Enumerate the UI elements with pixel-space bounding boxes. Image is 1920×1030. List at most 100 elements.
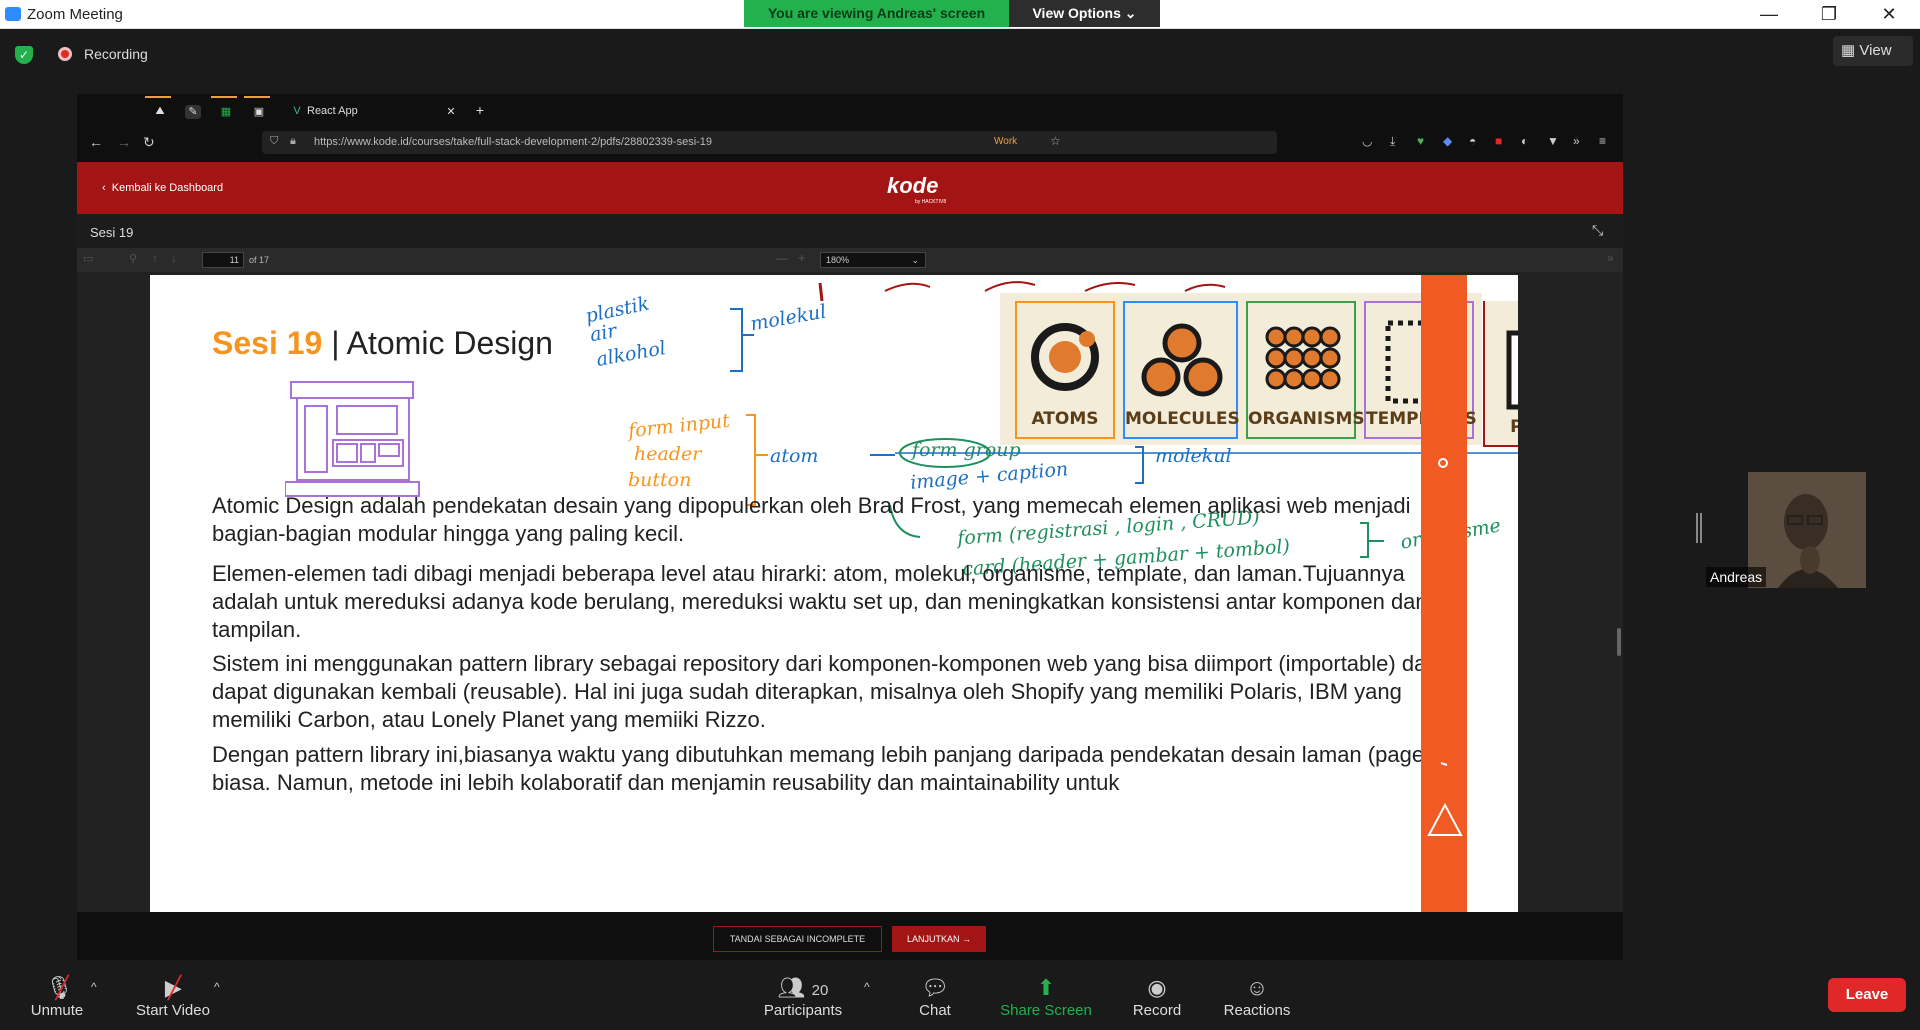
participants-label: Participants [763, 1002, 843, 1019]
chevron-left-icon: ‹ [102, 182, 106, 194]
bookmark-star-icon[interactable]: ☆ [1050, 134, 1061, 148]
firefox-tab-icon[interactable]: ⛰ [152, 105, 168, 119]
download-icon[interactable]: ⤓ [1390, 134, 1395, 149]
kode-logo-sub: by HACKTIV8 [915, 199, 947, 205]
share-screen-label: Share Screen [1000, 1002, 1092, 1019]
video-options-chevron-icon[interactable]: ^ [214, 980, 220, 994]
continue-button[interactable]: LANJUTKAN → [892, 926, 986, 952]
tab-react-app[interactable]: React App [307, 105, 358, 117]
tab-indicator [244, 96, 270, 98]
meeting-toolbar: 🎙︎╱ Unmute ^ ▶︎╱ Start Video ^ 👥︎ 20 Partic… [0, 960, 1920, 1030]
lock-icon: 🔒︎ [290, 135, 296, 147]
record-icon: ◉ [1147, 975, 1167, 1000]
pdf-viewer[interactable]: Sesi 19 | Atomic Design ATOMS MOLECULES … [77, 272, 1623, 912]
sidebar-toggle-icon[interactable]: ▭ [83, 252, 93, 265]
heart-extension-icon[interactable]: ♥ [1417, 134, 1424, 148]
session-bar: Sesi 19 ⤡ [77, 214, 1623, 248]
chat-button[interactable]: 💬︎ Chat [880, 974, 990, 1019]
pocket-icon[interactable]: ◡ [1362, 134, 1372, 148]
search-icon[interactable]: ⚲ [129, 252, 137, 265]
back-arrow-icon[interactable]: ← [89, 134, 103, 150]
participant-name: Andreas [1706, 567, 1767, 587]
new-tab-icon[interactable]: + [472, 102, 488, 118]
share-screen-icon: ⬆︎ [1036, 975, 1056, 1000]
leave-button[interactable]: Leave [1828, 978, 1906, 1012]
record-label: Record [1132, 1002, 1182, 1019]
video-off-icon: ▶︎╱ [164, 975, 182, 1000]
close-tab-icon[interactable]: ✕ [443, 105, 459, 119]
page-count: of 17 [249, 255, 270, 265]
minimize-icon[interactable]: — [1749, 2, 1789, 26]
window-title: Zoom Meeting [27, 6, 123, 23]
url-text: https://www.kode.id/courses/take/full-st… [314, 136, 713, 148]
paragraph-1: Atomic Design adalah pendekatan desain y… [212, 493, 1411, 546]
browser-tabbar: ⛰ ✎ ▦ ▣ V React App ✕ + [77, 94, 1623, 128]
reactions-icon: ☺︎ [1245, 975, 1269, 1000]
zoom-out-icon[interactable]: — [776, 251, 788, 265]
shield-icon: ⛉ [270, 135, 279, 147]
share-screen-button[interactable]: ⬆︎ Share Screen [991, 974, 1101, 1019]
participants-chevron-icon[interactable]: ^ [864, 980, 870, 994]
pen-tab-icon[interactable]: ✎ [185, 105, 201, 119]
overflow-chevron-icon[interactable]: » [1573, 134, 1580, 148]
vpn-icon[interactable]: ▼ [1547, 134, 1559, 148]
grid-icon: ▦ [1841, 42, 1856, 59]
zoom-select[interactable]: 180% ⌄ [820, 252, 926, 268]
tab-indicator [211, 96, 237, 98]
extension-icon[interactable]: ◐ [1521, 134, 1528, 148]
back-link-label: Kembali ke Dashboard [111, 182, 224, 194]
security-shield-icon[interactable]: ✓ [15, 46, 33, 64]
forward-arrow-icon[interactable]: → [117, 134, 131, 150]
pdf-page: Sesi 19 | Atomic Design ATOMS MOLECULES … [150, 275, 1518, 912]
audio-options-chevron-icon[interactable]: ^ [91, 980, 97, 994]
address-bar[interactable]: ⛉ 🔒︎ https://www.kode.id/courses/take/fu… [262, 131, 1277, 154]
pdf-scrollbar[interactable] [1617, 628, 1621, 656]
participants-count: 20 [811, 982, 829, 999]
pdf-toolbar: ▭ ⚲ ↑ ↓ 11 of 17 — + 180% ⌄ » [77, 248, 1623, 272]
participants-button[interactable]: 👥︎ 20 Participants [748, 974, 858, 1019]
tab-indicator [145, 96, 171, 98]
chevron-down-icon: ⌄ [1124, 5, 1137, 21]
red-extension-icon[interactable]: ■ [1495, 134, 1502, 148]
restore-icon[interactable]: ❐ [1809, 2, 1849, 26]
vue-tab-icon: V [293, 105, 301, 117]
kode-logo: kode [887, 173, 939, 198]
zoom-in-icon[interactable]: + [798, 250, 806, 265]
mark-incomplete-button[interactable]: TANDAI SEBAGAI INCOMPLETE [713, 926, 882, 952]
chat-icon: 💬︎ [921, 975, 949, 1000]
tools-chevron-icon[interactable]: » [1607, 251, 1614, 265]
reload-icon[interactable]: ↻ [143, 134, 155, 151]
close-icon[interactable]: ✕ [1869, 2, 1909, 26]
record-button[interactable]: ◉ Record [1102, 974, 1212, 1019]
incognito-icon[interactable]: ◓ [1469, 134, 1476, 148]
vue-devtools-icon[interactable]: ◆ [1443, 134, 1452, 148]
back-to-dashboard-link[interactable]: ‹ Kembali ke Dashboard [102, 182, 223, 194]
lesson-action-bar: TANDAI SEBAGAI INCOMPLETE LANJUTKAN → [77, 912, 1623, 964]
chevron-down-icon: ⌄ [911, 255, 919, 265]
shared-screen: ⛰ ✎ ▦ ▣ V React App ✕ + ← → ↻ ⛉ 🔒︎ https… [77, 94, 1623, 964]
paragraph-4: Dengan pattern library ini,biasanya wakt… [212, 742, 1443, 795]
sheets-tab-icon[interactable]: ▦ [218, 105, 234, 119]
fullscreen-icon[interactable]: ⤡ [1592, 222, 1603, 239]
image-tab-icon[interactable]: ▣ [251, 105, 267, 119]
unmute-label: Unmute [30, 1002, 84, 1019]
hamburger-menu-icon[interactable]: ≡ [1599, 134, 1606, 148]
reactions-button[interactable]: ☺︎ Reactions [1202, 974, 1312, 1019]
recording-label: Recording [84, 46, 148, 62]
panel-resize-handle[interactable] [1696, 513, 1702, 543]
prev-page-icon[interactable]: ↑ [152, 251, 158, 265]
chat-label: Chat [919, 1002, 951, 1019]
view-button[interactable]: ▦ View [1833, 36, 1913, 66]
zoom-value: 180% [826, 255, 850, 265]
next-page-icon[interactable]: ↓ [171, 251, 177, 265]
window-titlebar: Zoom Meeting You are viewing Andreas' sc… [0, 0, 1920, 29]
annotation-strokes [730, 281, 1518, 558]
zoom-logo-icon [5, 7, 21, 21]
view-options-button[interactable]: View Options ⌄ [1009, 0, 1160, 27]
session-title: Sesi 19 [90, 225, 134, 240]
viewing-banner: You are viewing Andreas' screen [744, 0, 1009, 27]
start-video-button[interactable]: ▶︎╱ Start Video [118, 974, 228, 1019]
slide-decor-bar [1421, 275, 1467, 912]
browser-navbar: ← → ↻ ⛉ 🔒︎ https://www.kode.id/courses/t… [77, 128, 1623, 158]
page-number-input[interactable]: 11 [202, 252, 244, 268]
